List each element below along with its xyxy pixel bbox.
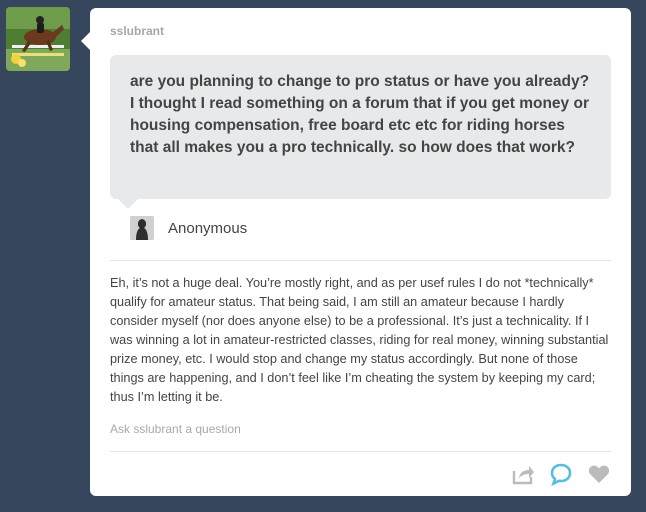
share-icon[interactable] (511, 462, 535, 486)
post-actions (511, 462, 611, 487)
ask-question-text: are you planning to change to pro status… (130, 73, 590, 156)
asker: Anonymous (130, 216, 247, 240)
ask-bubble-tail (118, 199, 138, 209)
horse-jumping-photo (6, 7, 70, 71)
footer-divider (110, 451, 611, 452)
reply-icon[interactable] (549, 462, 573, 487)
post-notch (81, 32, 90, 50)
ask-post: sslubrant are you planning to change to … (81, 8, 631, 496)
blog-name-link[interactable]: sslubrant (110, 24, 164, 38)
answer-text: Eh, it’s not a huge deal. You’re mostly … (110, 276, 609, 404)
ask-bubble: are you planning to change to pro status… (110, 55, 611, 199)
asker-name: Anonymous (168, 219, 248, 237)
blog-avatar[interactable] (6, 7, 70, 71)
anonymous-silhouette-icon (130, 216, 154, 240)
ask-question-link[interactable]: Ask sslubrant a question (110, 422, 241, 436)
divider (110, 260, 611, 261)
like-icon[interactable] (587, 462, 611, 486)
